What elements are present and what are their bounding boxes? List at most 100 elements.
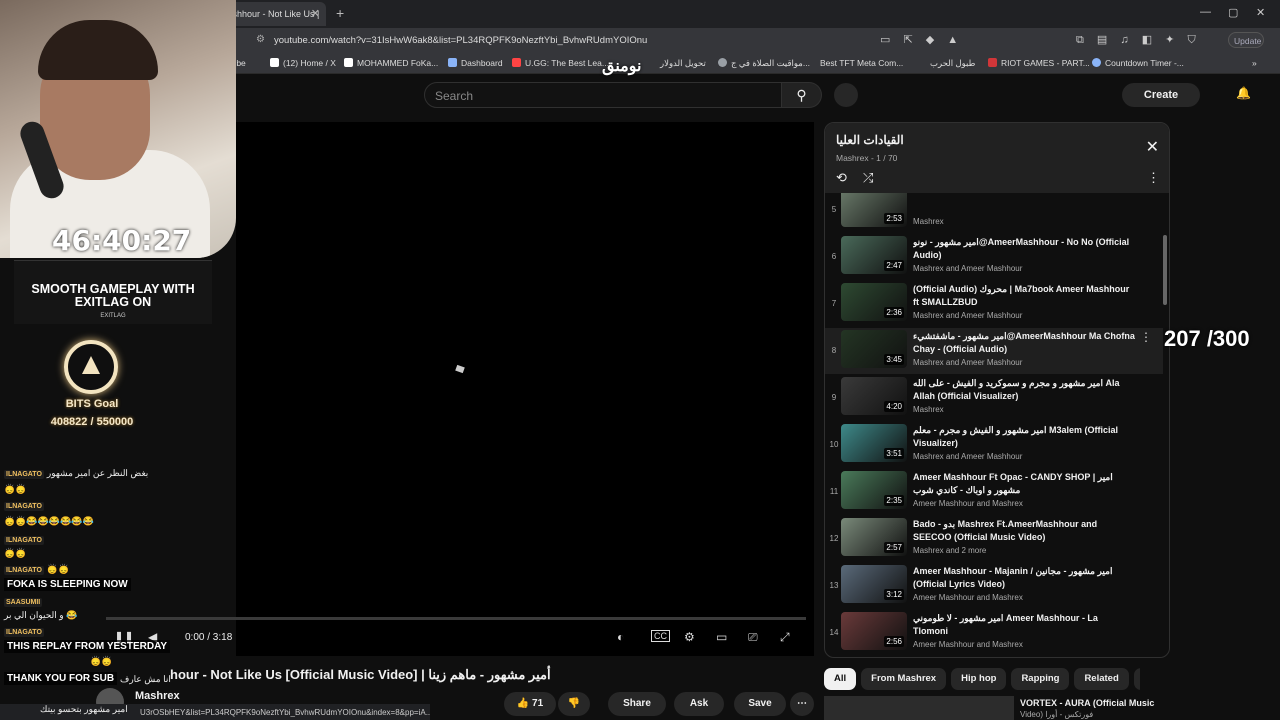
playlist-item[interactable]: 12 2:57 Bado - بدو Mashrex Ft.AmeerMashhou… (825, 516, 1163, 562)
tab-close-icon[interactable]: ✕ (311, 7, 320, 20)
alert-icon[interactable]: ▲ (947, 34, 958, 46)
chat-message: ILNAGATO (4, 500, 47, 511)
bookmark-item[interactable]: Countdown Timer -... (1092, 58, 1184, 68)
playlist-item-thumbnail[interactable]: 2:53 (841, 193, 907, 227)
chat-text: 🙂‍↕️🙂‍↕️😂😂😂😂😂😂 (4, 516, 94, 526)
chat-message: 🙂‍↕️🙂‍↕️ (90, 656, 112, 667)
playlist-item[interactable]: 9 4:20 امير مشهور و مجرم و سموكريد و الفيش… (825, 375, 1163, 421)
fullscreen-icon[interactable]: ⤢ (780, 630, 790, 645)
playlist-item-duration: 2:35 (884, 495, 904, 506)
chat-text: 🙂‍↕️🙂‍↕️ (4, 484, 27, 494)
minimize-icon[interactable]: — (1200, 6, 1211, 18)
chat-message: 🙂‍↕️🙂‍↕️ (4, 548, 26, 559)
bits-goal-count: 408822 / 550000 (50, 416, 134, 428)
playlist-item[interactable]: 7 2:36 (Official Audio) محروك | Ma7book Am… (825, 281, 1163, 327)
bookmark-item[interactable]: RIOT GAMES - PART... (988, 58, 1090, 68)
riot-icon (988, 58, 997, 67)
exitlag-banner: SMOOTH GAMEPLAY WITH EXITLAG ON EXITLAG (14, 260, 212, 324)
bookmark-item[interactable]: مواقيت الصلاة في ج... (718, 58, 810, 69)
more-vert-icon[interactable]: ⋮ (1147, 170, 1160, 186)
shield-icon[interactable]: ⛉ (1187, 34, 1195, 46)
scrollbar[interactable] (1163, 235, 1167, 305)
captions-icon[interactable]: CC (651, 630, 670, 642)
playlist-item-duration: 2:57 (884, 542, 904, 553)
ask-button[interactable]: Ask (674, 692, 724, 716)
more-actions-button[interactable]: ⋯ (790, 692, 814, 716)
video-player[interactable] (236, 122, 814, 656)
playlist-item-thumbnail[interactable]: 2:35 (841, 471, 907, 509)
playlist-item[interactable]: Pluto | Ameer Ft 2fitch X 88young x Smal… (825, 657, 1163, 658)
url-text: youtube.com/watch?v=31IsHwW6ak8&list=PL3… (274, 35, 648, 46)
like-button[interactable]: 👍 71 (504, 692, 556, 716)
chip-related[interactable]: Related (1074, 668, 1129, 690)
puzzle-icon[interactable]: ⧉ (1076, 34, 1084, 46)
recommendation-item[interactable]: VORTEX - AURA (Official Music Video) فور… (824, 696, 1170, 720)
new-tab-icon[interactable]: + (336, 5, 344, 21)
settings-icon[interactable]: ⚙ (684, 630, 695, 644)
miniplayer-icon[interactable]: ▭ (716, 630, 727, 644)
playlist-item-thumbnail[interactable]: 2:47 (841, 236, 907, 274)
bookmark-item[interactable]: (12) Home / X (270, 58, 336, 68)
playlist-item[interactable]: 10 3:51 امير مشهور و الفيش و مجرم - معلم M… (825, 422, 1163, 468)
x-icon (270, 58, 279, 67)
playlist-title[interactable]: القيادات العليا (836, 133, 904, 147)
close-window-icon[interactable]: ✕ (1256, 6, 1265, 19)
music-icon[interactable]: ♫ (1120, 34, 1128, 46)
playlist-item-thumbnail[interactable]: 3:12 (841, 565, 907, 603)
loop-icon[interactable]: ⟲ (836, 170, 847, 186)
playlist-item-thumbnail[interactable]: 3:45 (841, 330, 907, 368)
notifications-icon[interactable]: 🔔 (1236, 86, 1251, 100)
chip-simila[interactable]: Simila (1133, 668, 1140, 690)
shuffle-icon[interactable]: ⤮ (863, 170, 873, 186)
bookmark-item[interactable]: طبول الحرب (930, 58, 975, 69)
chat-username: ILNAGATO (4, 566, 44, 575)
bookmark-item[interactable]: U.GG: The Best Lea... (512, 58, 609, 68)
playlist-item-thumbnail[interactable]: 2:36 (841, 283, 907, 321)
playlist-item-thumbnail[interactable]: 3:51 (841, 424, 907, 462)
more-vert-icon[interactable]: ⋮ (1140, 330, 1152, 344)
url-field[interactable]: ⚙ youtube.com/watch?v=31IsHwW6ak8&list=P… (250, 31, 910, 49)
star-icon[interactable]: ✦ (1165, 34, 1174, 46)
playlist-item-thumbnail[interactable]: 4:20 (841, 377, 907, 415)
share-button[interactable]: Share (608, 692, 666, 716)
sidebar-icon[interactable]: ◧ (1142, 34, 1152, 46)
chip-rapping[interactable]: Rapping (1011, 668, 1070, 690)
chat-text: بغض النظر عن امير مشهور (46, 468, 149, 478)
playlist-item[interactable]: 11 2:35 Ameer Mashhour Ft Opac - CANDY SHO… (825, 469, 1163, 515)
update-button[interactable]: Update (1228, 32, 1264, 48)
bookmarks-overflow-icon[interactable]: » (1252, 58, 1257, 68)
playlist-item[interactable]: 6 2:47 امير مشهور - نونو@AmeerMashhour - N… (825, 234, 1163, 280)
bookmark-item[interactable]: Best TFT Meta Com... (820, 58, 903, 68)
voice-search-icon[interactable] (834, 83, 858, 107)
autoplay-toggle[interactable]: ◐ (617, 630, 624, 644)
playlist-item-thumbnail[interactable]: 2:57 (841, 518, 907, 556)
playlist-item-index: 14 (829, 628, 839, 637)
playlist-item-thumbnail[interactable]: 2:56 (841, 612, 907, 650)
save-button[interactable]: Save (734, 692, 786, 716)
chat-username: ILNAGATO (4, 502, 44, 511)
playlist-item[interactable]: 13 3:12 Ameer Mashhour - Majanin / امير مش… (825, 563, 1163, 609)
playlist-item[interactable]: 8 3:45 امير مشهور - ماشفتشيء@AmeerMashhour… (825, 328, 1163, 374)
close-icon[interactable]: ✕ (1146, 137, 1159, 157)
site-info-icon[interactable]: ⚙ (256, 34, 265, 45)
maximize-icon[interactable]: ▢ (1228, 6, 1238, 19)
cast-icon[interactable]: ⎚ (748, 630, 758, 645)
media-icon[interactable]: ▤ (1097, 34, 1107, 46)
dislike-button[interactable]: 👎 (558, 692, 590, 716)
create-button[interactable]: Create (1122, 83, 1200, 107)
share-icon[interactable]: ⇱ (903, 34, 912, 46)
chip-from-mashrex[interactable]: From Mashrex (861, 668, 947, 690)
recommendation-thumbnail[interactable] (824, 696, 1014, 720)
install-icon[interactable]: ▭ (880, 34, 890, 46)
bookmark-item[interactable]: MOHAMMED FoKa... (344, 58, 438, 68)
playlist-item[interactable]: 5 2:53 Mashrex (825, 193, 1163, 233)
playlist-item-title: امير مشهور و مجرم و سموكريد و الفيش - عل… (913, 378, 1120, 401)
extension-icon[interactable]: ◆ (926, 34, 934, 46)
chip-all[interactable]: All (824, 668, 857, 690)
search-input[interactable]: Search (424, 82, 782, 108)
bookmark-item[interactable]: تحويل الدولار (660, 58, 706, 69)
chip-hip-hop[interactable]: Hip hop (951, 668, 1007, 690)
bookmark-item[interactable]: Dashboard (448, 58, 503, 68)
playlist-item[interactable]: 14 2:56 امير مشهور - لا طوموني Ameer Mashh… (825, 610, 1163, 656)
search-icon[interactable]: ⚲ (782, 82, 822, 108)
